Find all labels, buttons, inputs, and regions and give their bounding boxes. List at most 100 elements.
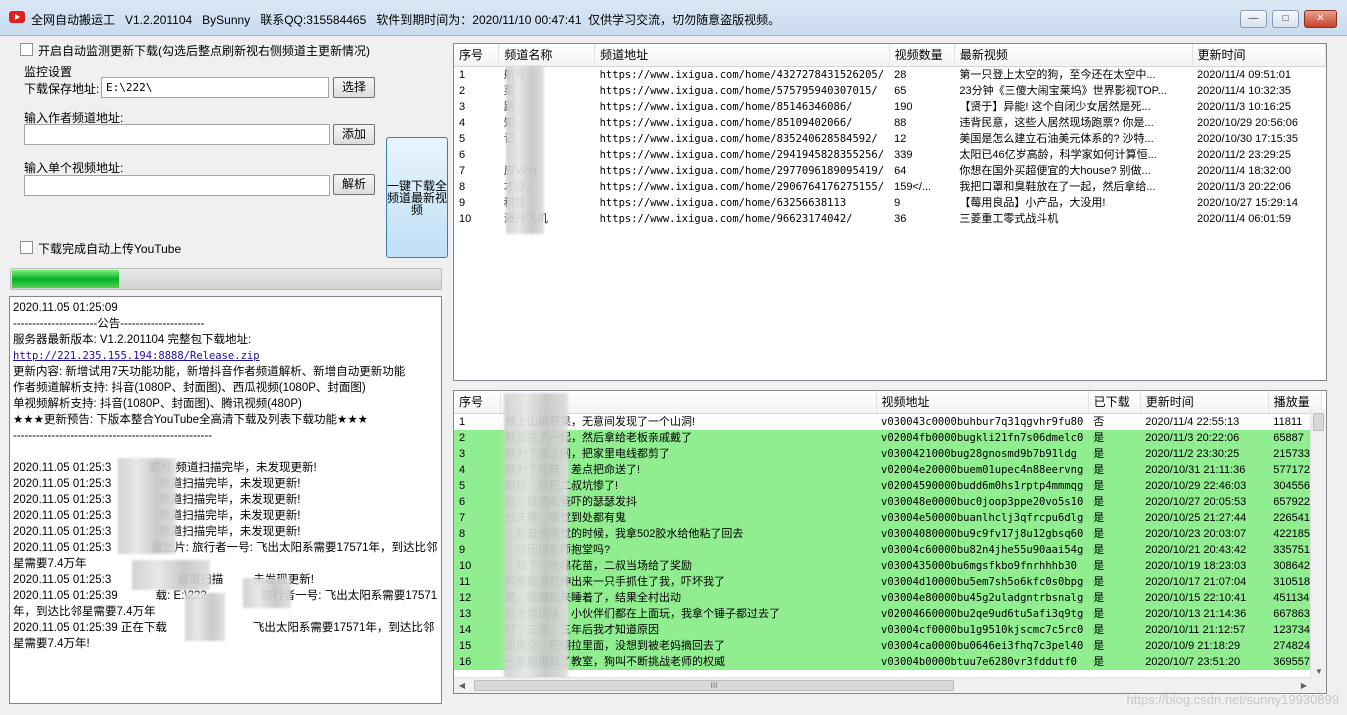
table-cell: v03004cf0000bu1g9510kjscmc7c5rc0 [876, 621, 1089, 638]
table-cell: 64 [894, 164, 907, 177]
table-cell: 2020/11/2 23:30:25 [1140, 445, 1269, 462]
column-header[interactable]: 序号 [454, 391, 501, 414]
table-row[interactable]: 2菜https://www.ixigua.com/home/5757959403… [454, 83, 1326, 99]
table-row[interactable]: 16 一条狗带到了教室，狗叫不断挑战老师的权威 v03004b0000btuu7e6… [454, 653, 1322, 670]
release-download-link[interactable]: http://221.235.155.194:8888/Release.zip [13, 350, 260, 362]
video-list-table[interactable]: 序号 视频地址 已下载 更新时间 播放量 1 候上山摘野果，无意间发现了一个山洞! v030… [453, 390, 1327, 694]
table-row[interactable]: 14 打了三天，三年后我才知道原因 v03004cf0000bu1g9510kjsc… [454, 621, 1322, 638]
table-cell: 12 [894, 132, 907, 145]
download-all-button[interactable]: 一键下载全频道最新视频 [386, 137, 448, 258]
table-row[interactable]: 2 鞋放在了一起，然后拿给老板亲戚戴了 v02004fb0000bugkli21fn… [454, 429, 1322, 446]
table-row[interactable]: 9，经历过老师抱堂吗?v03004c60000bu82n4jhe55u90aai… [454, 541, 1322, 558]
table-row[interactable]: 13 后池塘结冰，小伙伴们都在上面玩，我拿个锤子都过去了 v02004660000b… [454, 605, 1322, 622]
parse-video-button[interactable]: 解析 [333, 174, 375, 195]
save-path-input[interactable]: E:\222\ [101, 77, 329, 98]
table-row[interactable]: 12 藏，我藏起来睡着了，结果全村出动 v03004e80000bu45g2ulad… [454, 589, 1322, 606]
table-cell: 339 [894, 148, 913, 161]
vertical-scrollbar[interactable]: ▲ ▼ [1310, 409, 1326, 693]
table-row[interactable]: 1航号https://www.ixigua.com/home/432727843… [454, 66, 1326, 83]
redaction-blur [118, 458, 176, 554]
table-cell: 【莓用良品】小产品，大没用! [959, 196, 1106, 209]
table-cell: 28 [894, 68, 907, 81]
table-row[interactable]: 6 后，就把老爸吓的瑟瑟发抖 v030048e0000buc0joop3ppe20v… [454, 493, 1322, 510]
column-header[interactable]: 最新视频 [954, 44, 1193, 67]
table-row[interactable]: 3路https://www.ixigua.com/home/8514634608… [454, 99, 1326, 115]
log-line: 2020.11.05 01:25:3 频道扫描完毕，未发现更新! [13, 478, 301, 490]
column-header[interactable]: 已下载 [1088, 391, 1141, 414]
table-cell: 10 [454, 557, 500, 574]
table-cell: 是 [1088, 573, 1141, 590]
author-channel-input[interactable] [24, 124, 330, 145]
table-row[interactable]: 4 候为了吃糖，差点把命送了! v02004e20000buem01upec4n88… [454, 461, 1322, 478]
column-header[interactable]: 更新时间 [1140, 391, 1269, 414]
table-cell: 11 [454, 573, 500, 590]
table-cell: v02004590000budd6m0hs1rptp4mmmqg [876, 477, 1089, 494]
table-row[interactable]: 5摩托，就把二叔坑惨了!v02004590000budd6m0hs1rptp4m… [454, 477, 1322, 494]
progress-fill [12, 270, 119, 288]
minimize-button[interactable]: — [1240, 10, 1267, 28]
table-row[interactable]: 4知https://www.ixigua.com/home/8510940206… [454, 115, 1326, 131]
table-cell: 三菱重工零式战斗机 [959, 212, 1059, 225]
column-header[interactable]: 视频数量 [889, 44, 955, 67]
table-cell: 是 [1088, 461, 1141, 478]
table-row[interactable]: 10海开飞机https://www.ixigua.com/home/966231… [454, 211, 1326, 227]
table-row[interactable]: 11 同里面突然伸出来一只手抓住了我，吓坏我了 v03004d10000bu5em7… [454, 573, 1322, 590]
log-line: 更新内容: 新增试用7天功能功能，新增抖音作者频道解析、新增自动更新功能 [13, 366, 406, 378]
scroll-left-arrow[interactable]: ◀ [454, 681, 470, 690]
table-row[interactable]: 7分床睡，感觉到处都有鬼v03004e50000buanlhclj3qfrcpu… [454, 509, 1322, 526]
column-header[interactable]: 更新时间 [1192, 44, 1326, 67]
column-header[interactable]: 视频地址 [876, 391, 1089, 414]
auto-upload-label: 下载完成自动上传YouTube [38, 242, 182, 256]
column-header[interactable]: 序号 [454, 44, 500, 67]
hscroll-thumb[interactable]: III [474, 680, 954, 691]
scroll-down-arrow[interactable]: ▼ [1311, 667, 1326, 676]
close-button[interactable]: ✕ [1304, 10, 1337, 28]
maximize-button[interactable]: □ [1272, 10, 1299, 28]
add-channel-button[interactable]: 添加 [333, 124, 375, 145]
title-bar: 全网自动搬运工 V1.2.201104 BySunny 联系QQ:3155844… [0, 0, 1347, 36]
horizontal-scrollbar[interactable]: ◀ III ▶ [454, 677, 1312, 693]
table-cell: v03004c60000bu82n4jhe55u90aai54g [876, 541, 1089, 558]
table-cell: 3 [454, 445, 500, 462]
table-row[interactable]: 9科技https://www.ixigua.com/home/632566381… [454, 195, 1326, 211]
choose-folder-button[interactable]: 选择 [333, 77, 375, 98]
table-row[interactable]: 1 候上山摘野果，无意间发现了一个山洞! v030043c0000buhbur7q3… [454, 413, 1321, 430]
save-path-label: 下载保存地址: [24, 82, 100, 96]
table-cell: 159</... [894, 180, 932, 193]
scroll-right-arrow[interactable]: ▶ [1296, 681, 1312, 690]
table-cell: 14 [454, 621, 500, 638]
table-row[interactable]: 5记https://www.ixigua.com/home/8352406285… [454, 131, 1326, 147]
channel-list-table[interactable]: 序号频道名称频道地址视频数量最新视频更新时间 1航号https://www.ix… [453, 43, 1327, 381]
table-row[interactable]: 10 ，拔了一地棉花苗，二叔当场给了奖励 v0300435000bu6mgsfkbo… [454, 557, 1322, 574]
watermark-text: https://blog.csdn.net/sunny19930899 [1126, 692, 1340, 707]
table-cell: 2020/11/3 20:22:06 [1140, 429, 1269, 446]
auto-monitor-checkbox[interactable] [20, 43, 33, 56]
table-cell: 1 [459, 68, 466, 81]
log-line: 2020.11.05 01:25:3 频道扫描完毕，未发现更新! [13, 494, 301, 506]
table-row[interactable]: 6 https://www.ixigua.com/home/29419458283… [454, 147, 1326, 163]
column-header[interactable]: 频道地址 [594, 44, 890, 67]
table-cell: 2020/11/4 10:32:35 [1197, 84, 1292, 97]
table-cell: https://www.ixigua.com/home/294194582835… [599, 148, 885, 161]
single-video-input[interactable] [24, 175, 330, 196]
table-row[interactable]: 15 瓜掏空，把翔拉里面，没想到被老妈摘回去了 v03004ca0000bu0646… [454, 637, 1322, 654]
table-row[interactable]: 3 候为了去上网，把家里电线都剪了 v0300421000bug28gnosmd9b… [454, 445, 1322, 462]
table-row[interactable]: 8 ，趁着他睡觉的时候，我拿502胶水给他粘了回去 v03004080000bu9c… [454, 525, 1322, 542]
table-cell: v03004080000bu9c9fv17j8u12gbsq60 [876, 525, 1089, 542]
log-line: ----------------------------------------… [13, 430, 213, 442]
table-row[interactable]: 8才沙...https://www.ixigua.com/home/290676… [454, 179, 1326, 195]
redaction-blur [504, 393, 568, 693]
table-row[interactable]: 7房Vloghttps://www.ixigua.com/home/297709… [454, 163, 1326, 179]
table-cell: 2020/11/3 20:22:06 [1197, 180, 1292, 193]
log-line: 2020.11.05 01:25:39 载: E:\222 旅行者一号: 飞出太阳系… [13, 590, 438, 618]
table-cell: 是 [1088, 653, 1141, 670]
table-cell: v0300421000bug28gnosmd9b7b91ldg [876, 445, 1089, 462]
auto-upload-checkbox[interactable] [20, 241, 33, 254]
table-cell: 是 [1088, 429, 1141, 446]
redaction-blur [243, 578, 291, 608]
table-cell: 9 [894, 196, 901, 209]
table-cell: 2020/11/4 18:32:00 [1197, 164, 1292, 177]
scroll-thumb[interactable] [1313, 413, 1324, 431]
column-header[interactable]: 频道名称 [498, 44, 596, 67]
table-cell: https://www.ixigua.com/home/297709618909… [599, 164, 885, 177]
